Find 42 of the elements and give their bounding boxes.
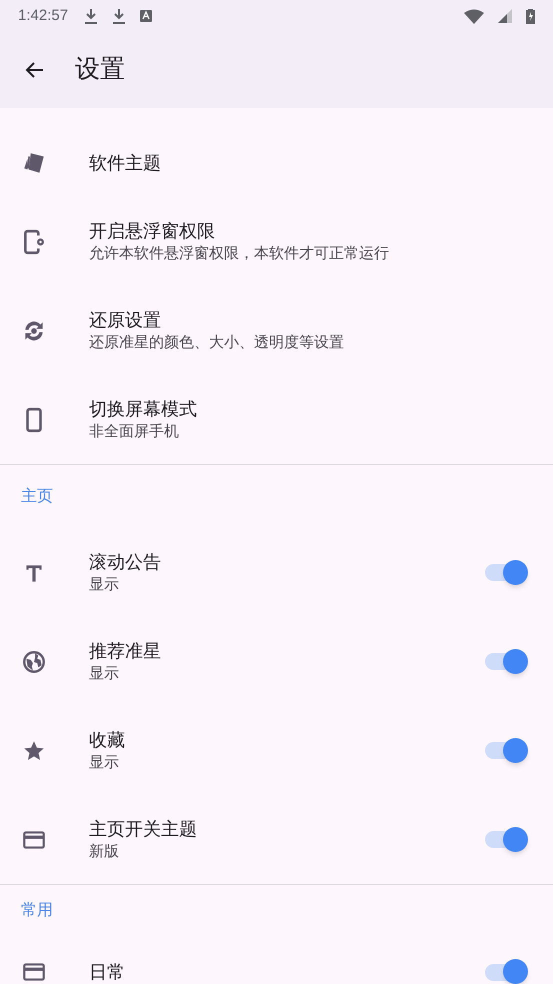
item-subtitle: 非全面屏手机 [89,422,180,442]
item-title: 推荐准星 [89,640,162,663]
phone-gear-icon [21,228,47,254]
settings-item[interactable]: 日常 [0,937,553,984]
toggle-switch[interactable] [484,648,528,674]
download-icon [112,8,126,24]
item-title: 日常 [89,961,126,984]
section-header: 主页 [21,486,53,506]
page-title: 设置 [75,54,125,86]
toggle-switch[interactable] [484,959,528,984]
download-icon [84,8,98,24]
keyboard-icon [140,10,152,22]
settings-item[interactable]: 收藏 显示 [0,706,553,795]
item-title: 还原设置 [89,309,162,332]
battery-icon [526,8,535,24]
wifi-icon [464,8,484,24]
settings-item[interactable]: 开启悬浮窗权限 允许本软件悬浮窗权限，本软件才可正常运行 [0,197,553,286]
settings-item[interactable]: 主页开关主题 新版 [0,795,553,884]
item-title: 切换屏幕模式 [89,398,198,421]
item-subtitle: 显示 [89,664,120,684]
item-subtitle: 显示 [89,575,120,595]
settings-item[interactable]: 切换屏幕模式 非全面屏手机 [0,375,553,464]
toggle-switch[interactable] [484,560,528,586]
item-subtitle: 新版 [89,842,120,862]
toggle-switch[interactable] [484,738,528,764]
item-title: 软件主题 [89,152,162,174]
status-time: 1:42:57 [18,6,68,26]
settings-item[interactable]: 推荐准星 显示 [0,617,553,706]
item-subtitle: 显示 [89,753,120,773]
signal-icon [498,9,512,23]
item-title: 主页开关主题 [89,818,198,841]
item-title: 滚动公告 [89,551,162,574]
settings-item[interactable]: 软件主题 [0,128,553,197]
item-subtitle: 还原准星的颜色、大小、透明度等设置 [89,333,345,353]
item-title: 开启悬浮窗权限 [89,220,216,243]
toggle-switch[interactable] [484,826,528,852]
item-subtitle: 允许本软件悬浮窗权限，本软件才可正常运行 [89,244,390,264]
section-header: 常用 [21,900,53,921]
settings-item[interactable]: 还原设置 还原准星的颜色、大小、透明度等设置 [0,286,553,375]
globe-icon [21,648,47,674]
item-title: 收藏 [89,729,126,752]
settings-item[interactable]: 滚动公告 显示 [0,528,553,617]
